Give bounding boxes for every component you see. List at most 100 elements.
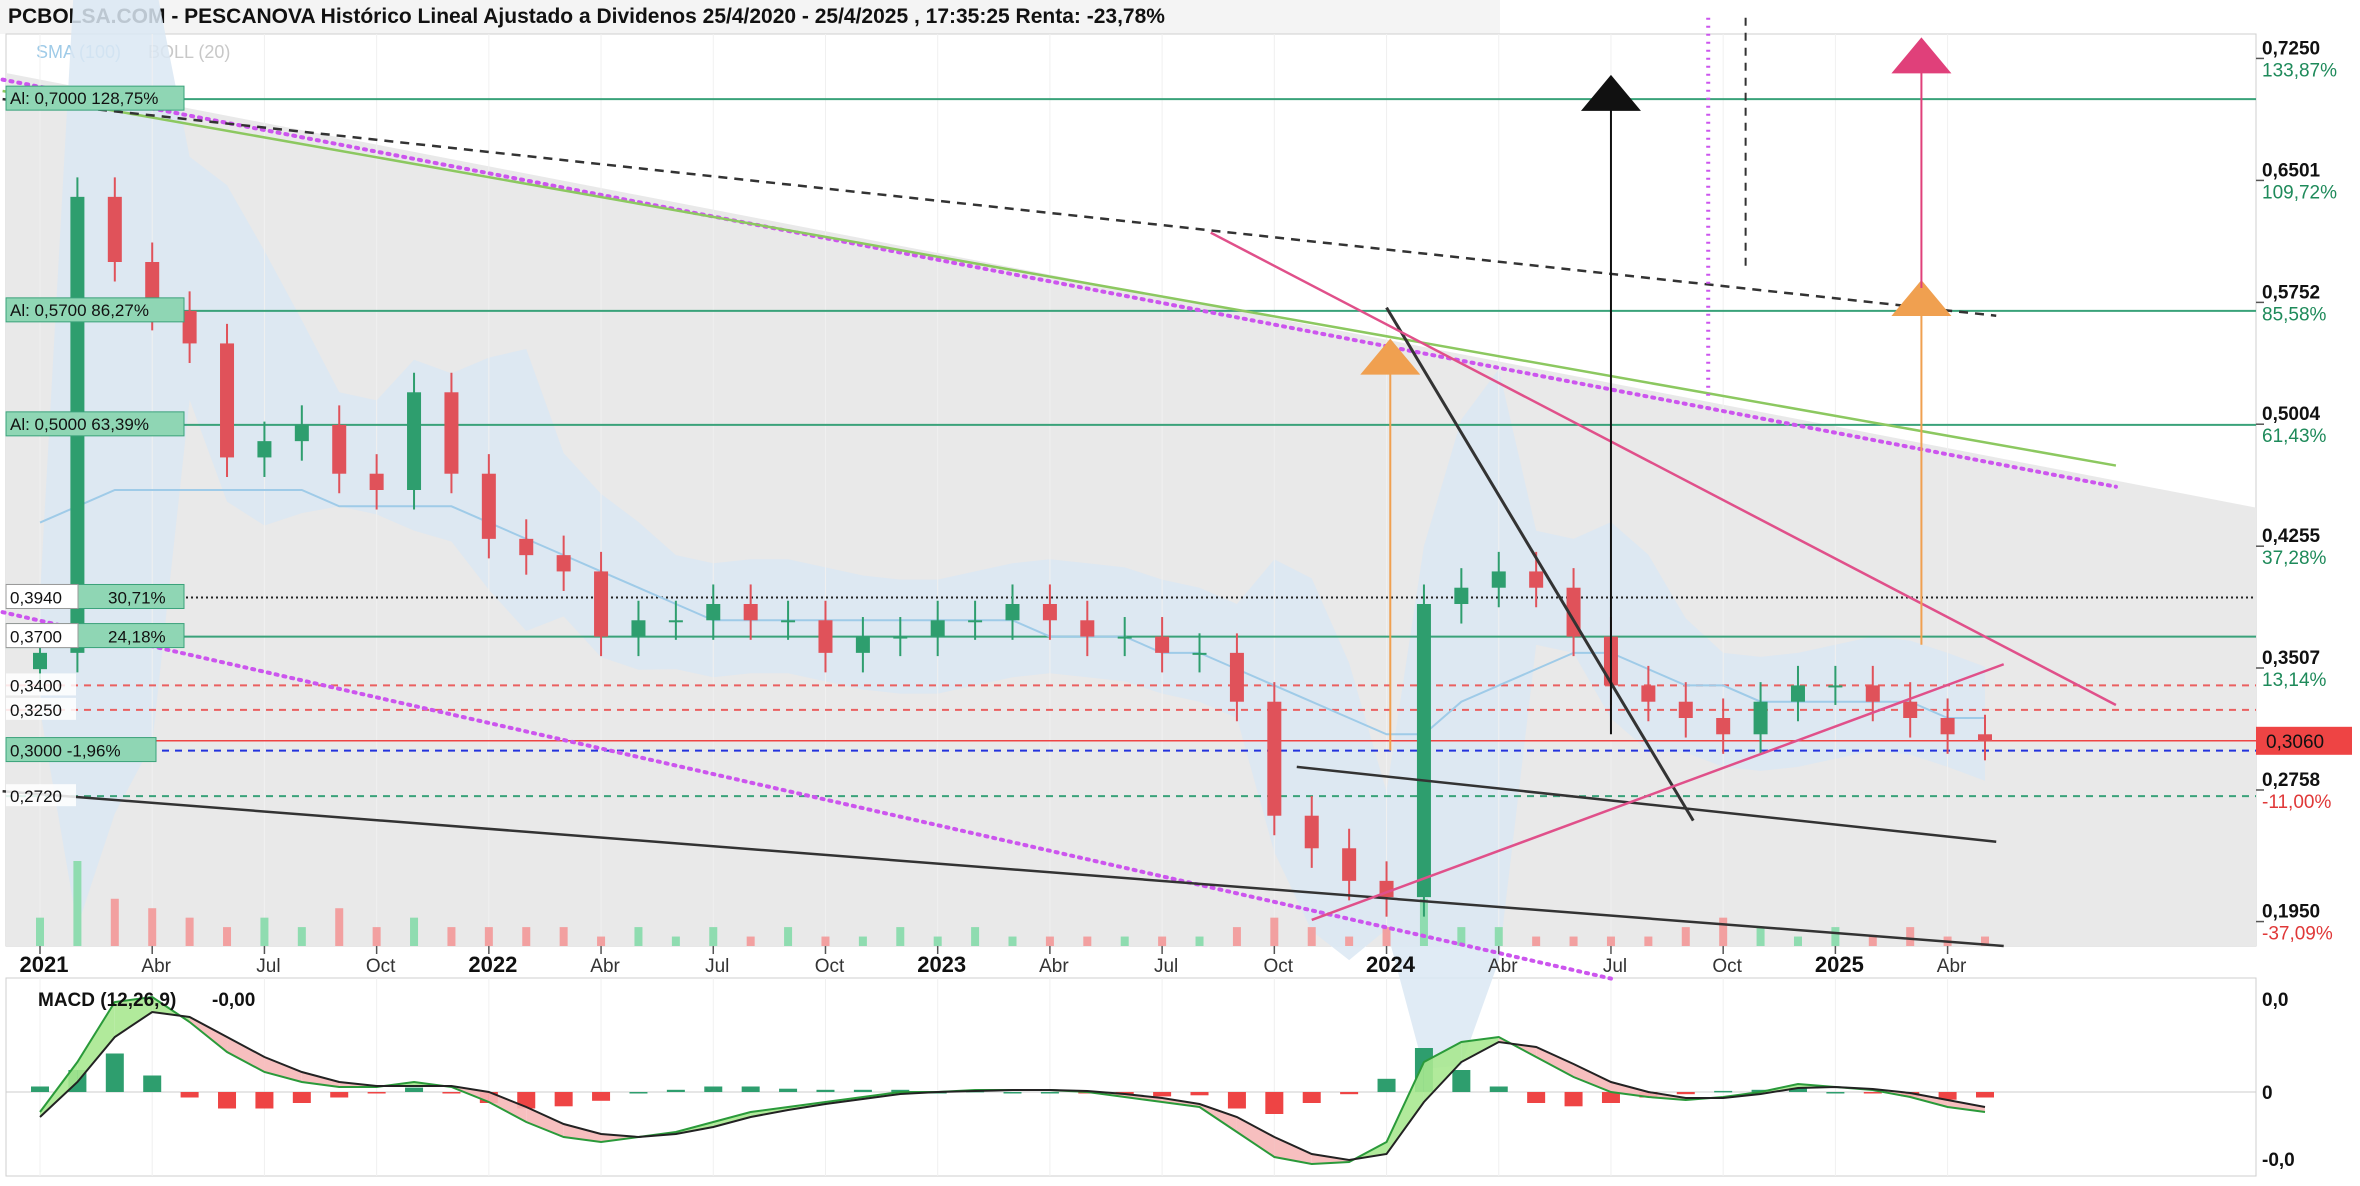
volume-bar — [335, 908, 344, 946]
volume-bar — [1120, 936, 1129, 946]
volume-bar — [223, 927, 232, 946]
price-axis-label: 0,7250 — [2262, 38, 2320, 59]
macd-histogram-bar — [1863, 1092, 1882, 1094]
volume-bar — [1345, 936, 1354, 946]
macd-panel — [5, 977, 2257, 1177]
candle-body — [1229, 652, 1244, 702]
volume-bar — [1868, 936, 1877, 946]
candle-body — [743, 604, 758, 621]
macd-histogram-bar — [1265, 1092, 1284, 1114]
volume-bar — [1195, 936, 1204, 946]
volume-bar — [1307, 927, 1316, 946]
macd-histogram-bar — [1302, 1092, 1321, 1103]
level-label: 0,3250 — [10, 701, 62, 720]
level-price-label: 0,3700 — [10, 628, 62, 647]
candle-body — [1155, 636, 1170, 653]
candle-body — [182, 310, 197, 344]
macd-histogram-bar — [1826, 1092, 1845, 1094]
volume-bar — [821, 936, 830, 946]
macd-title: MACD (12,26,9) — [38, 990, 176, 1011]
year-label: 2021 — [20, 952, 69, 977]
candle-body — [930, 620, 945, 637]
macd-histogram-bar — [1190, 1092, 1209, 1096]
percent-axis-label: 13,14% — [2262, 670, 2327, 691]
volume-bar — [634, 927, 643, 946]
month-label: Jul — [1154, 956, 1178, 977]
macd-histogram-bar — [405, 1087, 424, 1092]
month-label: Abr — [1039, 956, 1069, 977]
candle-body — [781, 620, 796, 623]
candle-body — [257, 441, 272, 458]
level-pct-label: 24,18% — [108, 628, 166, 647]
level-label: 0,3400 — [10, 676, 62, 695]
candle-body — [1753, 701, 1768, 735]
volume-bar — [933, 936, 942, 946]
volume-bar — [746, 936, 755, 946]
macd-histogram-bar — [1676, 1092, 1695, 1095]
candle-body — [594, 571, 609, 637]
candle-body — [631, 620, 646, 637]
candle-body — [369, 473, 384, 490]
price-axis-label: 0,1950 — [2262, 902, 2320, 923]
month-label: Abr — [1488, 956, 1518, 977]
volume-bar — [1719, 917, 1728, 946]
candle-body — [1790, 685, 1805, 702]
volume-bar — [709, 927, 718, 946]
price-axis-label: 0,3507 — [2262, 648, 2320, 669]
month-label: Abr — [590, 956, 620, 977]
macd-histogram-bar — [704, 1086, 723, 1092]
resistance-label: Al: 0,7000 128,75% — [10, 89, 158, 108]
volume-bar — [148, 908, 157, 946]
candle-body — [1678, 701, 1693, 718]
volume-bar — [1083, 936, 1092, 946]
macd-histogram-bar — [853, 1089, 872, 1092]
candle-body — [1865, 685, 1880, 702]
volume-bar — [1532, 936, 1541, 946]
volume-bar — [1008, 936, 1017, 946]
macd-histogram-bar — [554, 1092, 573, 1107]
volume-bar — [858, 936, 867, 946]
percent-axis-label: 85,58% — [2262, 304, 2327, 325]
level-price-label: 0,3940 — [10, 588, 62, 607]
macd-histogram-bar — [779, 1088, 798, 1092]
candle-body — [1978, 734, 1992, 741]
macd-histogram-bar — [1714, 1090, 1733, 1093]
macd-histogram-bar — [105, 1053, 124, 1092]
month-label: Jul — [1603, 956, 1627, 977]
volume-bar — [1158, 936, 1167, 946]
macd-histogram-bar — [1489, 1086, 1508, 1092]
candle-body — [481, 473, 496, 539]
volume-bar — [372, 927, 381, 946]
macd-histogram-bar — [629, 1092, 648, 1094]
volume-bar — [522, 927, 531, 946]
price-axis-label: 0,2758 — [2262, 770, 2320, 791]
macd-histogram-bar — [816, 1089, 835, 1092]
month-label: Abr — [141, 956, 171, 977]
macd-histogram-bar — [1564, 1092, 1583, 1107]
volume-bar — [297, 927, 306, 946]
candle-body — [556, 555, 571, 572]
price-axis-label: 0,5004 — [2262, 404, 2321, 425]
macd-histogram-bar — [1527, 1092, 1546, 1103]
candle-body — [1304, 815, 1319, 849]
volume-bar — [1569, 936, 1578, 946]
volume-bar — [1045, 936, 1054, 946]
percent-axis-label: 61,43% — [2262, 426, 2327, 447]
volume-bar — [1906, 927, 1915, 946]
macd-histogram-bar — [31, 1086, 49, 1092]
macd-histogram-bar — [1377, 1078, 1396, 1092]
percent-axis-label: -37,09% — [2262, 924, 2333, 945]
month-label: Oct — [815, 956, 845, 977]
level-label: 0,2720 — [10, 787, 62, 806]
candle-body — [1080, 620, 1095, 637]
macd-histogram-bar — [741, 1086, 760, 1092]
candle-body — [1454, 587, 1469, 604]
candle-body — [1416, 604, 1431, 898]
macd-histogram-bar — [1976, 1092, 1994, 1098]
candle-body — [1042, 604, 1057, 621]
candle-body — [893, 636, 908, 639]
candle-body — [1716, 718, 1731, 735]
macd-histogram-bar — [143, 1075, 162, 1092]
volume-bar — [784, 927, 793, 946]
percent-axis-label: 109,72% — [2262, 182, 2337, 203]
